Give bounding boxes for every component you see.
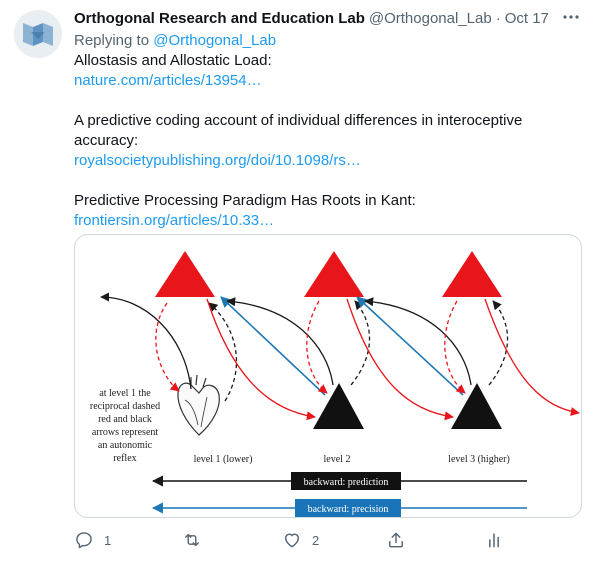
header-separator: · <box>495 9 501 27</box>
tweet-date[interactable]: Oct 17 <box>505 10 549 27</box>
arrow-red-level3-out <box>484 298 580 417</box>
paragraph-text: Predictive Processing Paradigm Has Roots… <box>74 192 416 209</box>
replying-to-handle-link[interactable]: @Orthogonal_Lab <box>153 32 276 49</box>
prediction-label: backward: prediction <box>304 477 389 488</box>
annotation-line: reflex <box>113 453 136 464</box>
heart-icon <box>177 374 220 436</box>
paragraph-link[interactable]: frontiersin.org/articles/10.33… <box>74 212 274 229</box>
reply-button[interactable]: 1 <box>74 530 182 550</box>
arrow-black-level1-out <box>100 292 192 390</box>
lab-logo-icon <box>14 10 62 58</box>
more-options-icon[interactable] <box>562 8 580 30</box>
arrow-black-dashed-level2 <box>350 300 371 386</box>
level2-label: level 2 <box>324 454 351 465</box>
like-button[interactable]: 2 <box>282 530 386 550</box>
replying-to: Replying to @Orthogonal_Lab <box>74 31 584 51</box>
share-button[interactable] <box>386 530 484 550</box>
reply-icon <box>76 532 92 549</box>
annotation-line: red and black <box>98 414 152 425</box>
paragraph-link[interactable]: royalsocietypublishing.org/doi/10.1098/r… <box>74 152 361 169</box>
arrow-black-level3-to-level2 <box>364 297 472 386</box>
heart-like-icon <box>285 533 299 548</box>
tweet-actions: 1 2 <box>74 529 504 551</box>
paragraph-text: A predictive coding account of individua… <box>74 112 523 149</box>
arrow-red-dashed-level3 <box>444 300 466 394</box>
arrow-red-dashed-level2 <box>306 300 328 394</box>
tweet-body: Allostasis and Allostatic Load: nature.c… <box>74 51 584 231</box>
red-triangle-level1 <box>155 251 215 297</box>
arrow-red-dashed-level1 <box>155 302 180 392</box>
arrow-red-level2-to-level3 <box>346 298 454 421</box>
annotation-line: at level 1 the <box>99 388 151 399</box>
level1-label: level 1 (lower) <box>194 454 253 465</box>
paragraph-link[interactable]: nature.com/articles/13954… <box>74 72 262 89</box>
precision-label: backward: precision <box>308 504 389 515</box>
author-name[interactable]: Orthogonal Research and Education Lab <box>74 10 365 27</box>
annotation-line: arrows represent <box>92 427 159 438</box>
like-count: 2 <box>312 532 320 548</box>
replying-to-prefix: Replying to <box>74 32 150 49</box>
paragraph-text: Allostasis and Allostatic Load: <box>74 52 272 69</box>
tweet-content: Orthogonal Research and Education Lab @O… <box>74 8 584 231</box>
retweet-button[interactable] <box>182 530 282 550</box>
analytics-button[interactable] <box>484 530 504 550</box>
reply-count: 1 <box>104 532 112 548</box>
analytics-icon <box>489 533 499 548</box>
level3-label: level 3 (higher) <box>448 454 510 465</box>
arrow-red-level1-to-level2 <box>206 298 316 421</box>
retweet-icon <box>185 533 199 547</box>
author-handle[interactable]: @Orthogonal_Lab <box>369 10 492 27</box>
predictive-coding-figure: at level 1 the reciprocal dashed red and… <box>90 251 580 517</box>
avatar[interactable] <box>14 10 62 58</box>
annotation-line: an autonomic <box>98 440 153 451</box>
tweet-header: Orthogonal Research and Education Lab @O… <box>74 8 584 28</box>
red-triangle-level2 <box>304 251 364 297</box>
red-triangle-level3 <box>442 251 502 297</box>
tweet-media-image[interactable]: at level 1 the reciprocal dashed red and… <box>74 234 582 518</box>
arrow-black-dashed-level3 <box>488 300 509 386</box>
annotation-line: reciprocal dashed <box>90 401 160 412</box>
share-icon <box>389 532 403 548</box>
